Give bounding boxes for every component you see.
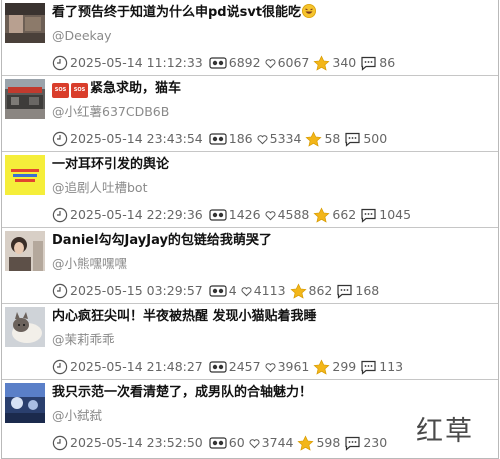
star-count: 58: [324, 131, 341, 146]
view-count: 2457: [228, 359, 261, 374]
like-count: 4588: [277, 207, 310, 222]
post-title[interactable]: Daniel勾勾JayJay的包链给我萌哭了: [52, 231, 272, 251]
post-title-text: 看了预告终于知道为什么申pd说svt很能吃: [52, 5, 302, 20]
comment-count: 1045: [379, 207, 412, 222]
post-title[interactable]: SOS SOS 紧急求助，猫车: [52, 79, 181, 99]
clock-icon: [52, 55, 68, 71]
comment-icon[interactable]: [336, 284, 353, 299]
post-title-text: 紧急求助，猫车: [90, 81, 182, 96]
star-count: 598: [316, 435, 341, 450]
heart-icon[interactable]: [249, 438, 260, 449]
post-row[interactable]: SOS SOS 紧急求助，猫车 @小红薯637CDB6B 2025-05-14 23…: [2, 76, 498, 152]
post-meta: 2025-05-14 11:12:33 6892 6067 340 86: [52, 54, 399, 72]
post-timestamp: 2025-05-14 22:29:36: [70, 207, 203, 222]
post-row[interactable]: Daniel勾勾JayJay的包链给我萌哭了 @小熊嘿嘿嘿 2025-05-15…: [2, 228, 498, 304]
post-timestamp: 2025-05-15 03:29:57: [70, 283, 203, 298]
post-meta: 2025-05-15 03:29:57 4 4113 862 168: [52, 282, 383, 300]
clock-icon: [52, 435, 68, 451]
comment-count: 86: [379, 55, 396, 70]
star-count: 862: [308, 283, 333, 298]
star-icon[interactable]: [313, 358, 330, 376]
star-icon[interactable]: [297, 434, 315, 452]
post-title[interactable]: 内心疯狂尖叫！半夜被热醒 发现小猫贴着我睡: [52, 307, 317, 327]
like-count: 5334: [269, 131, 302, 146]
view-count: 6892: [228, 55, 261, 70]
post-thumbnail[interactable]: [5, 383, 45, 423]
comment-icon[interactable]: [360, 56, 377, 71]
post-timestamp: 2025-05-14 23:43:54: [70, 131, 203, 146]
view-count: 4: [228, 283, 237, 298]
heart-icon[interactable]: [265, 210, 276, 221]
post-author[interactable]: @追剧人吐槽bot: [52, 179, 147, 197]
star-count: 662: [332, 207, 357, 222]
star-icon[interactable]: [290, 282, 307, 300]
post-title[interactable]: 我只示范一次看清楚了，成男队的合轴魅力！: [52, 383, 312, 403]
post-thumbnail[interactable]: [5, 3, 45, 43]
clock-icon: [52, 131, 68, 147]
post-meta: 2025-05-14 21:48:27 2457 3961 299 113: [52, 358, 407, 376]
heart-icon[interactable]: [241, 286, 252, 297]
post-author[interactable]: @小红薯637CDB6B: [52, 103, 169, 121]
view-count: 1426: [228, 207, 261, 222]
post-meta: 2025-05-14 23:43:54 186 5334 58 500: [52, 130, 391, 148]
view-count-icon: [209, 436, 227, 450]
star-icon[interactable]: [313, 206, 330, 224]
comment-count: 500: [363, 131, 388, 146]
post-thumbnail[interactable]: [5, 155, 45, 195]
view-count-icon: [209, 360, 227, 374]
heart-icon[interactable]: [265, 362, 276, 373]
clock-icon: [52, 359, 68, 375]
post-meta: 2025-05-14 23:52:50 60 3744 598 230: [52, 434, 391, 452]
comment-icon[interactable]: [360, 360, 377, 375]
like-count: 4113: [253, 283, 286, 298]
clock-icon: [52, 283, 68, 299]
clock-icon: [52, 207, 68, 223]
star-count: 299: [332, 359, 357, 374]
comment-count: 113: [379, 359, 404, 374]
comment-icon[interactable]: [344, 132, 361, 147]
post-thumbnail[interactable]: [5, 307, 45, 347]
star-icon[interactable]: [305, 130, 322, 148]
like-count: 6067: [277, 55, 310, 70]
sos-icon: SOS: [52, 83, 69, 98]
post-title[interactable]: 一对耳环引发的舆论: [52, 155, 169, 175]
post-meta: 2025-05-14 22:29:36 1426 4588 662 1045: [52, 206, 415, 224]
view-count: 186: [228, 131, 253, 146]
like-count: 3744: [261, 435, 294, 450]
post-row[interactable]: 看了预告终于知道为什么申pd说svt很能吃 @Deekay 2025-05-14…: [2, 0, 498, 76]
comment-icon[interactable]: [344, 436, 361, 451]
view-count-icon: [209, 284, 227, 298]
post-timestamp: 2025-05-14 11:12:33: [70, 55, 203, 70]
rofl-emoji-icon: [302, 4, 317, 18]
comment-count: 230: [363, 435, 388, 450]
post-title[interactable]: 看了预告终于知道为什么申pd说svt很能吃: [52, 3, 317, 23]
post-timestamp: 2025-05-14 23:52:50: [70, 435, 203, 450]
view-count-icon: [209, 208, 227, 222]
like-count: 3961: [277, 359, 310, 374]
watermark: 红草: [416, 416, 474, 447]
star-count: 340: [332, 55, 357, 70]
view-count-icon: [209, 56, 227, 70]
sos-icon: SOS: [71, 83, 88, 98]
comment-icon[interactable]: [360, 208, 377, 223]
post-timestamp: 2025-05-14 21:48:27: [70, 359, 203, 374]
heart-icon[interactable]: [257, 134, 268, 145]
post-row[interactable]: 一对耳环引发的舆论 @追剧人吐槽bot 2025-05-14 22:29:36 …: [2, 152, 498, 228]
post-thumbnail[interactable]: [5, 79, 45, 119]
view-count-icon: [209, 132, 227, 146]
feed-panel: 看了预告终于知道为什么申pd说svt很能吃 @Deekay 2025-05-14…: [1, 0, 499, 459]
post-list: 看了预告终于知道为什么申pd说svt很能吃 @Deekay 2025-05-14…: [2, 0, 498, 456]
post-thumbnail[interactable]: [5, 231, 45, 271]
star-icon[interactable]: [313, 54, 330, 72]
post-author[interactable]: @小弑弑: [52, 407, 102, 425]
post-row[interactable]: 内心疯狂尖叫！半夜被热醒 发现小猫贴着我睡 @茉莉乖乖 2025-05-14 2…: [2, 304, 498, 380]
post-author[interactable]: @小熊嘿嘿嘿: [52, 255, 127, 273]
view-count: 60: [228, 435, 245, 450]
post-author[interactable]: @Deekay: [52, 27, 112, 45]
comment-count: 168: [355, 283, 380, 298]
post-author[interactable]: @茉莉乖乖: [52, 331, 115, 349]
heart-icon[interactable]: [265, 58, 276, 69]
